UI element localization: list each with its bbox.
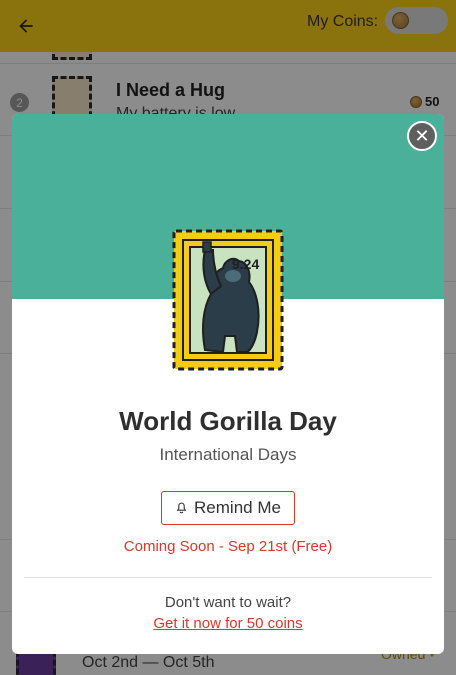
- availability-text: Coming Soon - Sep 21st (Free): [123, 538, 333, 555]
- gorilla-stamp-image: 9.24: [172, 229, 284, 371]
- buy-now-link[interactable]: Get it now for 50 coins: [12, 615, 444, 632]
- stamp-detail-modal: ✕ 9.24 World Gorilla Day International D…: [12, 114, 444, 654]
- bell-icon: [176, 502, 187, 514]
- close-icon: ✕: [414, 125, 430, 146]
- modal-subtitle: International Days: [159, 445, 297, 464]
- dont-wait-text: Don't want to wait?: [164, 594, 292, 611]
- divider: [24, 577, 432, 578]
- remind-me-label: Remind Me: [194, 498, 281, 517]
- stamp-date-text: 9.24: [232, 256, 259, 272]
- close-button[interactable]: ✕: [407, 121, 437, 151]
- modal-title: World Gorilla Day: [119, 406, 337, 436]
- remind-me-button[interactable]: Remind Me: [161, 491, 295, 525]
